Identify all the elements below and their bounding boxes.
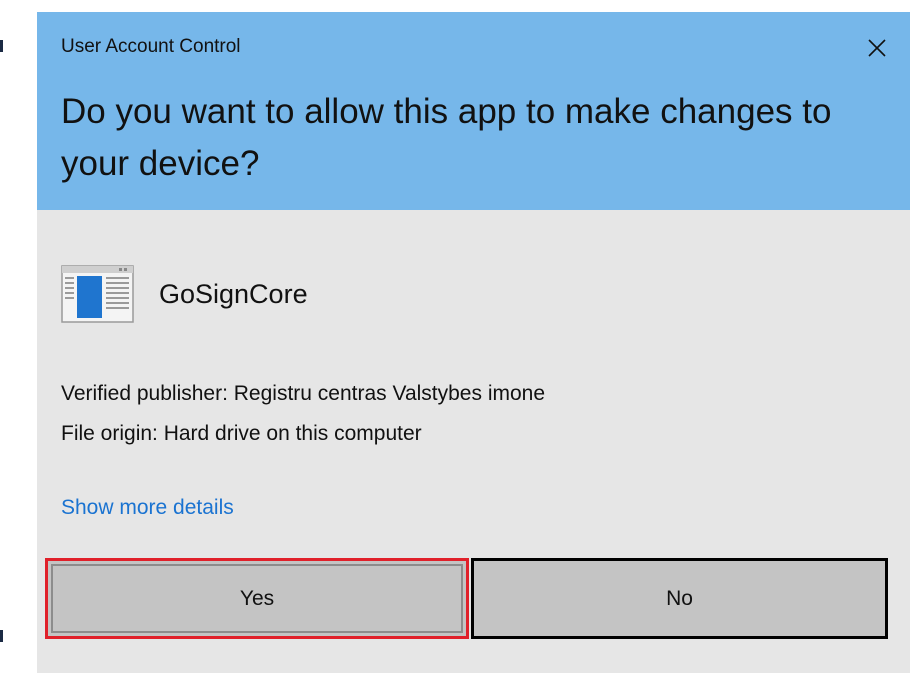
app-info: GoSignCore bbox=[61, 264, 308, 324]
background-window-edge bbox=[0, 40, 3, 52]
app-window-icon bbox=[61, 265, 134, 323]
uac-dialog: User Account Control Do you want to allo… bbox=[37, 12, 910, 673]
close-icon bbox=[868, 39, 886, 57]
prompt-question: Do you want to allow this app to make ch… bbox=[61, 92, 832, 183]
background-window-edge bbox=[0, 630, 3, 642]
publisher-text: Verified publisher: Registru centras Val… bbox=[61, 382, 546, 405]
no-button-label: No bbox=[666, 586, 693, 610]
yes-button-label: Yes bbox=[239, 586, 275, 610]
window-title: User Account Control bbox=[61, 36, 241, 57]
close-button[interactable] bbox=[857, 30, 897, 66]
dialog-header: User Account Control Do you want to allo… bbox=[37, 12, 910, 210]
file-origin-text: File origin: Hard drive on this computer bbox=[61, 422, 422, 445]
yes-button[interactable]: Yes bbox=[45, 558, 469, 639]
app-name: GoSignCore bbox=[159, 278, 308, 309]
show-more-details-link[interactable]: Show more details bbox=[61, 496, 234, 520]
no-button[interactable]: No bbox=[471, 558, 888, 639]
